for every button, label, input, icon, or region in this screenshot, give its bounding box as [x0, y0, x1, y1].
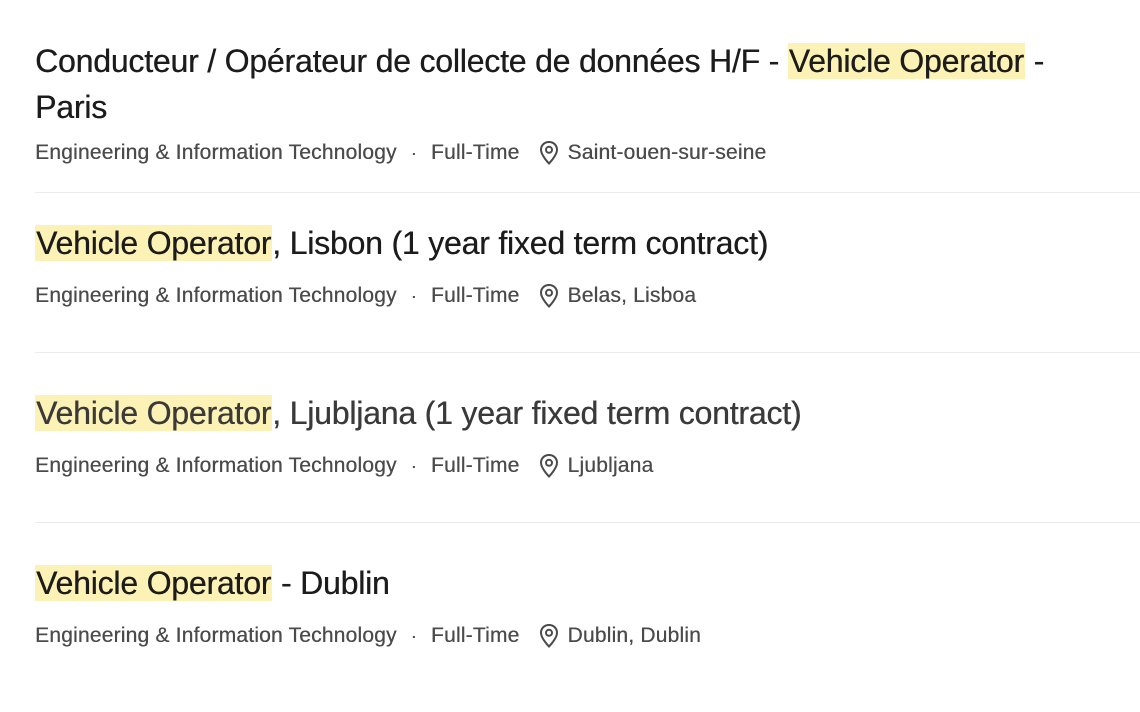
divider	[35, 192, 1140, 193]
job-type: Full-Time	[430, 624, 520, 647]
job-department: Engineering & Information Technology	[35, 284, 397, 307]
location-pin-icon	[540, 453, 559, 478]
job-type: Full-Time	[430, 284, 520, 307]
location-pin-icon	[540, 623, 559, 648]
job-location: Belas, Lisboa	[567, 284, 697, 307]
job-department: Engineering & Information Technology	[35, 141, 397, 164]
job-title[interactable]: Vehicle Operator - Dublin	[35, 560, 1140, 606]
job-title-prefix: Conducteur / Opérateur de collecte de do…	[35, 43, 788, 79]
divider	[35, 522, 1140, 523]
job-department: Engineering & Information Technology	[35, 624, 397, 647]
job-title-suffix: - Dublin	[272, 565, 390, 601]
search-highlight: Vehicle Operator	[787, 43, 1025, 79]
job-list: Conducteur / Opérateur de collecte de do…	[0, 0, 1140, 712]
job-meta: Engineering & Information Technology · F…	[35, 621, 1140, 651]
job-listing-ljubljana[interactable]: Vehicle Operator, Ljubljana (1 year fixe…	[35, 390, 1140, 481]
job-title[interactable]: Vehicle Operator, Lisbon (1 year fixed t…	[35, 220, 1140, 266]
meta-separator: ·	[410, 143, 417, 163]
location-pin-icon	[540, 140, 559, 165]
job-title-suffix: , Lisbon (1 year fixed term contract)	[272, 225, 769, 261]
job-meta: Engineering & Information Technology · F…	[35, 138, 1140, 168]
meta-separator: ·	[410, 456, 417, 476]
search-highlight: Vehicle Operator	[35, 225, 273, 261]
job-meta: Engineering & Information Technology · F…	[35, 281, 1140, 311]
job-location: Dublin, Dublin	[567, 624, 701, 647]
meta-separator: ·	[410, 626, 417, 646]
location-pin-icon	[540, 283, 559, 308]
job-title[interactable]: Conducteur / Opérateur de collecte de do…	[35, 38, 1115, 130]
divider	[35, 352, 1140, 353]
search-highlight: Vehicle Operator	[35, 565, 273, 601]
meta-separator: ·	[410, 286, 417, 306]
job-department: Engineering & Information Technology	[35, 454, 397, 477]
job-type: Full-Time	[430, 454, 520, 477]
job-listing-lisbon[interactable]: Vehicle Operator, Lisbon (1 year fixed t…	[35, 220, 1140, 311]
job-title[interactable]: Vehicle Operator, Ljubljana (1 year fixe…	[35, 390, 1140, 436]
job-listing-dublin[interactable]: Vehicle Operator - Dublin Engineering & …	[35, 560, 1140, 651]
job-meta: Engineering & Information Technology · F…	[35, 451, 1140, 481]
job-title-suffix: , Ljubljana (1 year fixed term contract)	[272, 395, 802, 431]
job-type: Full-Time	[430, 141, 520, 164]
job-location: Saint-ouen-sur-seine	[567, 141, 767, 164]
job-listing-paris[interactable]: Conducteur / Opérateur de collecte de do…	[35, 38, 1140, 168]
search-highlight: Vehicle Operator	[35, 395, 273, 431]
job-location: Ljubljana	[567, 454, 654, 477]
